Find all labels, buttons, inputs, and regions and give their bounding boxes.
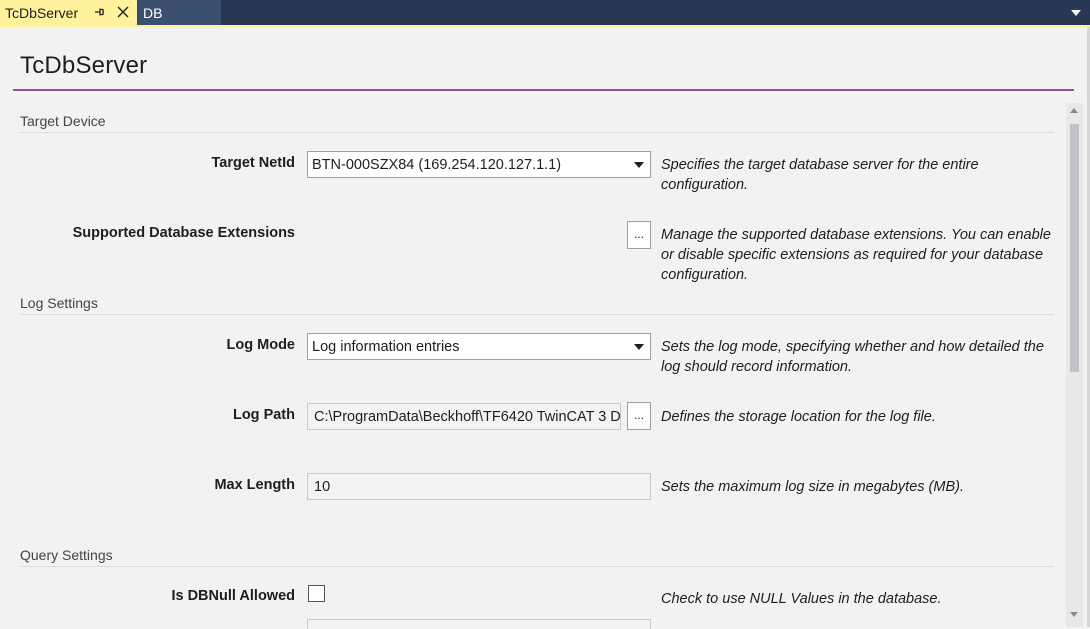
dropdown-arrow-icon <box>634 344 644 350</box>
scrollbar-thumb[interactable] <box>1070 124 1079 372</box>
log-mode-value: Log information entries <box>312 339 460 355</box>
log-path-input[interactable]: C:\ProgramData\Beckhoff\TF6420 TwinCAT 3… <box>307 403 621 430</box>
tab-db[interactable]: DB <box>137 0 221 25</box>
document-tab-bar: TcDbServer DB <box>0 0 1090 25</box>
log-path-value: C:\ProgramData\Beckhoff\TF6420 TwinCAT 3… <box>314 409 621 425</box>
supported-extensions-label: Supported Database Extensions <box>72 225 295 241</box>
max-length-value: 10 <box>314 479 331 495</box>
chevron-down-icon[interactable] <box>1070 8 1082 18</box>
supported-extensions-browse-button[interactable]: ... <box>627 221 651 249</box>
target-netid-value: BTN-000SZX84 (169.254.120.127.1.1) <box>312 157 562 173</box>
tab-tcdbserver-label: TcDbServer <box>5 5 79 21</box>
next-field-input[interactable] <box>307 619 651 629</box>
section-log-settings: Log Settings <box>20 295 98 311</box>
is-dbnull-allowed-checkbox[interactable] <box>308 585 325 602</box>
log-mode-description: Sets the log mode, specifying whether an… <box>661 339 1044 375</box>
page-title: TcDbServer <box>20 52 148 79</box>
supported-extensions-description: Manage the supported database extensions… <box>661 227 1051 283</box>
tab-db-label: DB <box>143 5 163 21</box>
tab-tcdbserver[interactable]: TcDbServer <box>0 0 137 25</box>
log-path-description: Defines the storage location for the log… <box>661 409 936 425</box>
title-divider <box>13 89 1074 91</box>
is-dbnull-allowed-description: Check to use NULL Values in the database… <box>661 591 942 607</box>
log-path-browse-button[interactable]: ... <box>627 402 651 430</box>
section-divider <box>20 132 1054 133</box>
tab-accent-line <box>0 25 1090 27</box>
section-divider <box>20 566 1054 567</box>
target-netid-dropdown[interactable]: BTN-000SZX84 (169.254.120.127.1.1) <box>307 151 651 178</box>
log-mode-dropdown[interactable]: Log information entries <box>307 333 651 360</box>
target-netid-description: Specifies the target database server for… <box>661 157 979 193</box>
section-target-device: Target Device <box>20 113 106 129</box>
max-length-label: Max Length <box>214 477 295 493</box>
scroll-up-arrow-icon[interactable] <box>1069 106 1079 114</box>
close-icon[interactable] <box>116 5 130 19</box>
log-mode-label: Log Mode <box>226 337 295 353</box>
dropdown-arrow-icon <box>634 162 644 168</box>
scroll-down-arrow-icon[interactable] <box>1069 611 1079 619</box>
max-length-input[interactable]: 10 <box>307 473 651 500</box>
target-netid-label: Target NetId <box>211 155 295 171</box>
is-dbnull-allowed-label: Is DBNull Allowed <box>171 588 295 604</box>
log-path-label: Log Path <box>232 407 295 423</box>
max-length-description: Sets the maximum log size in megabytes (… <box>661 479 964 495</box>
section-query-settings: Query Settings <box>20 547 113 563</box>
section-divider <box>20 314 1054 315</box>
pin-icon[interactable] <box>92 5 106 19</box>
